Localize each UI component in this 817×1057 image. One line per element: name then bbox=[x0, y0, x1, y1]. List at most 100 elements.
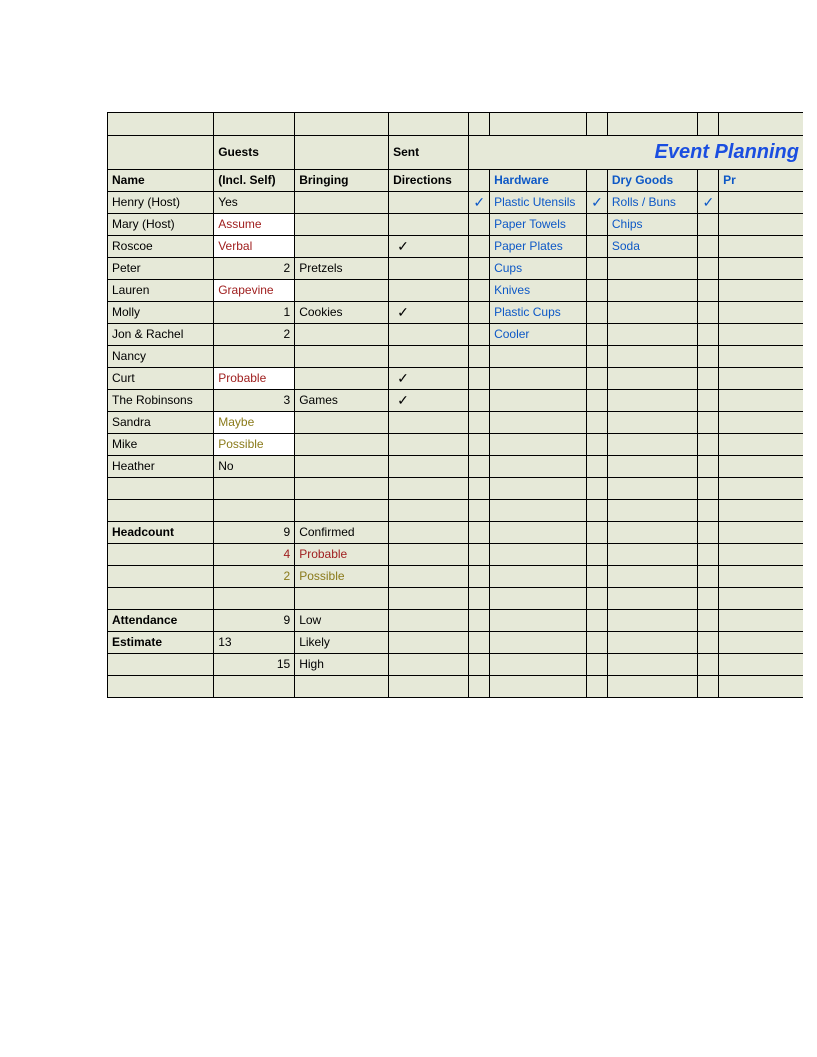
cell[interactable] bbox=[587, 587, 608, 609]
cell[interactable] bbox=[389, 113, 469, 135]
dg-check[interactable] bbox=[587, 433, 608, 455]
cell[interactable] bbox=[214, 587, 295, 609]
hw-check[interactable] bbox=[469, 323, 490, 345]
cell[interactable] bbox=[719, 499, 803, 521]
hw-item[interactable] bbox=[490, 433, 587, 455]
cell[interactable] bbox=[490, 609, 587, 631]
hw-check[interactable] bbox=[469, 213, 490, 235]
cell[interactable] bbox=[214, 499, 295, 521]
guest-incl[interactable] bbox=[214, 345, 295, 367]
dg-item[interactable]: Rolls / Buns bbox=[607, 191, 698, 213]
guest-name[interactable]: Nancy bbox=[108, 345, 214, 367]
pr-check[interactable] bbox=[698, 411, 719, 433]
dg-item[interactable] bbox=[607, 367, 698, 389]
cell[interactable] bbox=[389, 609, 469, 631]
guest-dir[interactable] bbox=[389, 433, 469, 455]
cell[interactable] bbox=[698, 169, 719, 191]
cell[interactable] bbox=[389, 565, 469, 587]
cell[interactable] bbox=[469, 675, 490, 697]
guest-bringing[interactable] bbox=[295, 235, 389, 257]
guest-name[interactable]: Sandra bbox=[108, 411, 214, 433]
cell[interactable] bbox=[607, 477, 698, 499]
cell[interactable] bbox=[587, 653, 608, 675]
cell[interactable] bbox=[469, 499, 490, 521]
cell[interactable] bbox=[295, 587, 389, 609]
guest-bringing[interactable] bbox=[295, 279, 389, 301]
cell[interactable] bbox=[108, 477, 214, 499]
guest-dir[interactable]: ✓ bbox=[389, 367, 469, 389]
guest-bringing[interactable] bbox=[295, 433, 389, 455]
cell[interactable] bbox=[719, 389, 803, 411]
dg-item[interactable]: Soda bbox=[607, 235, 698, 257]
guest-bringing[interactable] bbox=[295, 191, 389, 213]
cell[interactable] bbox=[719, 191, 803, 213]
cell[interactable] bbox=[469, 521, 490, 543]
cell[interactable] bbox=[698, 631, 719, 653]
cell[interactable] bbox=[587, 631, 608, 653]
guest-dir[interactable]: ✓ bbox=[389, 301, 469, 323]
cell[interactable] bbox=[587, 565, 608, 587]
cell[interactable] bbox=[108, 113, 214, 135]
dg-check[interactable]: ✓ bbox=[587, 191, 608, 213]
cell[interactable] bbox=[389, 521, 469, 543]
cell[interactable] bbox=[719, 257, 803, 279]
cell[interactable] bbox=[719, 113, 803, 135]
guest-bringing[interactable] bbox=[295, 367, 389, 389]
cell[interactable] bbox=[698, 653, 719, 675]
guest-bringing[interactable] bbox=[295, 213, 389, 235]
guest-dir[interactable] bbox=[389, 257, 469, 279]
hw-item[interactable] bbox=[490, 389, 587, 411]
cell[interactable] bbox=[490, 587, 587, 609]
pr-check[interactable] bbox=[698, 433, 719, 455]
guest-incl[interactable]: Possible bbox=[214, 433, 295, 455]
cell[interactable] bbox=[719, 543, 803, 565]
cell[interactable] bbox=[490, 653, 587, 675]
hw-item[interactable]: Cooler bbox=[490, 323, 587, 345]
hw-check[interactable] bbox=[469, 433, 490, 455]
hw-item[interactable]: Knives bbox=[490, 279, 587, 301]
dg-check[interactable] bbox=[587, 235, 608, 257]
cell[interactable] bbox=[389, 477, 469, 499]
guest-incl[interactable]: 1 bbox=[214, 301, 295, 323]
guest-incl[interactable]: Grapevine bbox=[214, 279, 295, 301]
cell[interactable] bbox=[719, 653, 803, 675]
guest-name[interactable]: Roscoe bbox=[108, 235, 214, 257]
cell[interactable] bbox=[469, 653, 490, 675]
cell[interactable] bbox=[108, 675, 214, 697]
cell[interactable] bbox=[698, 113, 719, 135]
cell[interactable] bbox=[389, 543, 469, 565]
cell[interactable] bbox=[607, 653, 698, 675]
dg-item[interactable] bbox=[607, 301, 698, 323]
cell[interactable] bbox=[719, 323, 803, 345]
dg-check[interactable] bbox=[587, 345, 608, 367]
hw-item[interactable]: Paper Plates bbox=[490, 235, 587, 257]
hw-check[interactable] bbox=[469, 257, 490, 279]
dg-item[interactable] bbox=[607, 279, 698, 301]
cell[interactable] bbox=[607, 565, 698, 587]
guest-dir[interactable] bbox=[389, 323, 469, 345]
cell[interactable] bbox=[214, 675, 295, 697]
cell[interactable] bbox=[469, 543, 490, 565]
cell[interactable] bbox=[389, 653, 469, 675]
cell[interactable] bbox=[490, 565, 587, 587]
cell[interactable] bbox=[108, 543, 214, 565]
cell[interactable] bbox=[108, 135, 214, 169]
pr-check[interactable] bbox=[698, 213, 719, 235]
cell[interactable] bbox=[587, 675, 608, 697]
cell[interactable] bbox=[698, 499, 719, 521]
cell[interactable] bbox=[295, 477, 389, 499]
cell[interactable] bbox=[698, 609, 719, 631]
cell[interactable] bbox=[389, 675, 469, 697]
guest-name[interactable]: Mary (Host) bbox=[108, 213, 214, 235]
cell[interactable] bbox=[587, 477, 608, 499]
cell[interactable] bbox=[295, 113, 389, 135]
cell[interactable] bbox=[698, 477, 719, 499]
cell[interactable] bbox=[719, 565, 803, 587]
pr-check[interactable] bbox=[698, 389, 719, 411]
guest-incl[interactable]: Verbal bbox=[214, 235, 295, 257]
dg-check[interactable] bbox=[587, 389, 608, 411]
guest-dir[interactable] bbox=[389, 345, 469, 367]
cell[interactable] bbox=[108, 565, 214, 587]
cell[interactable] bbox=[490, 521, 587, 543]
guest-incl[interactable]: 2 bbox=[214, 257, 295, 279]
